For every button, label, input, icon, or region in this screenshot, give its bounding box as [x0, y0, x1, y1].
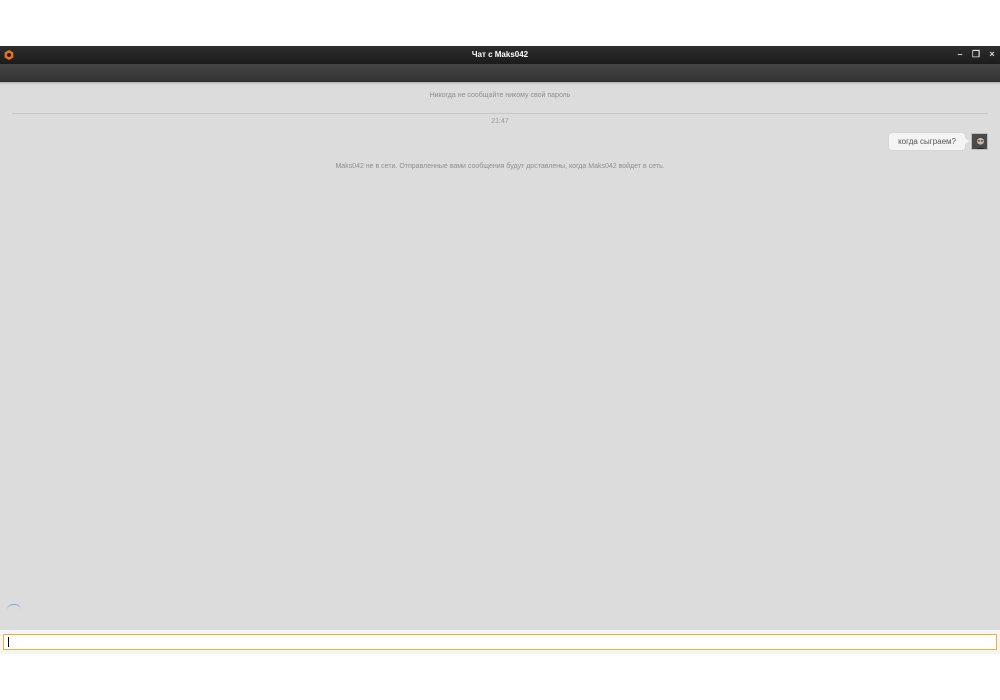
text-caret: [8, 637, 9, 647]
close-icon[interactable]: ×: [988, 49, 996, 60]
security-notice: Никогда не сообщайте никому свой пароль: [429, 92, 571, 99]
chat-window: Чат с Maks042 – ❐ × Никогда не сообщайте…: [0, 46, 1000, 654]
minimize-icon[interactable]: –: [956, 49, 964, 60]
message-bubble[interactable]: когда сыграем?: [889, 133, 969, 150]
divider-timestamp: 21:47: [483, 118, 517, 125]
restore-icon[interactable]: ❐: [972, 49, 980, 60]
message-composer: [0, 630, 1000, 654]
window-controls: – ❐ ×: [956, 49, 996, 60]
user-avatar-icon: [972, 134, 987, 149]
chat-history[interactable]: Никогда не сообщайте никому свой пароль …: [0, 82, 1000, 630]
time-divider: 21:47: [0, 110, 1000, 128]
offline-notice: Maks042 не в сети. Отправленные вами соо…: [335, 163, 665, 170]
message-input[interactable]: [3, 634, 997, 650]
title-bar[interactable]: Чат с Maks042 – ❐ ×: [0, 46, 1000, 64]
emoji-icon[interactable]: [7, 604, 21, 610]
message-outgoing: когда сыграем?: [889, 133, 988, 150]
window-title: Чат с Maks042: [471, 50, 529, 59]
toolbar-shadow: [0, 82, 1000, 85]
avatar[interactable]: [971, 133, 988, 150]
toolbar: [0, 64, 1000, 82]
